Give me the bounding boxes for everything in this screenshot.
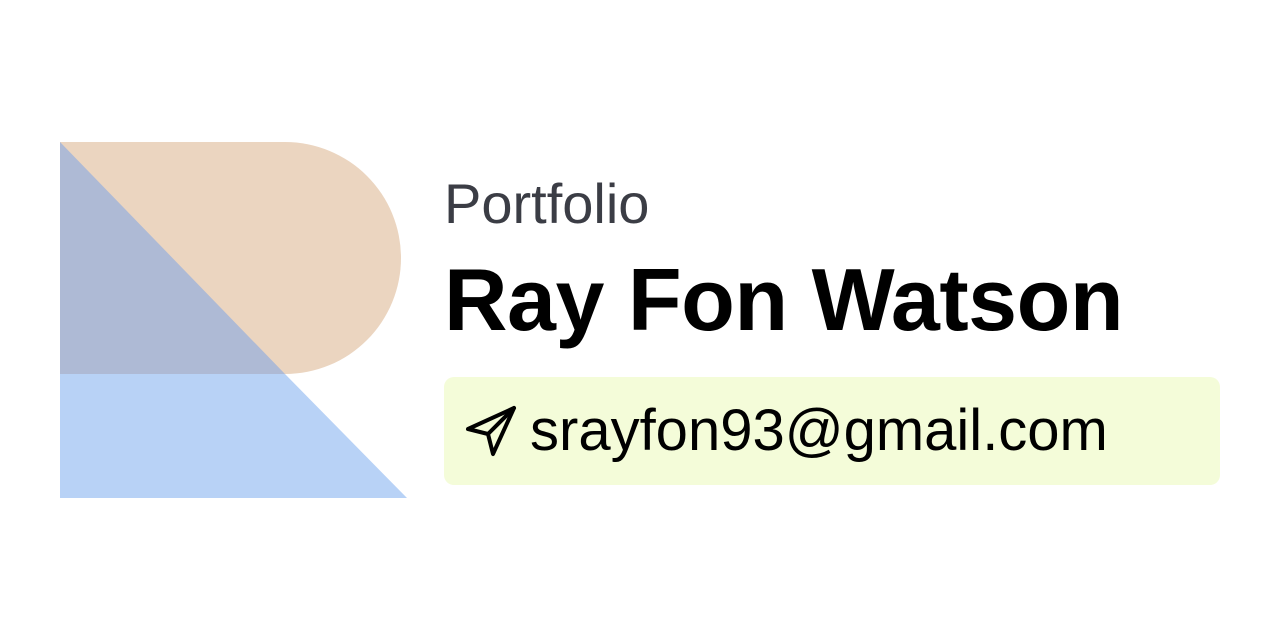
page-subtitle: Portfolio (444, 172, 650, 235)
portfolio-card: Portfolio Ray Fon Watson srayfon93@gmail… (0, 0, 1280, 640)
owner-name: Ray Fon Watson (444, 250, 1124, 349)
r-monogram-logo (60, 142, 410, 498)
email-contact-link[interactable]: srayfon93@gmail.com (444, 377, 1220, 485)
email-address: srayfon93@gmail.com (530, 398, 1108, 463)
send-icon (462, 402, 520, 460)
logo-leg-shape (60, 374, 407, 498)
